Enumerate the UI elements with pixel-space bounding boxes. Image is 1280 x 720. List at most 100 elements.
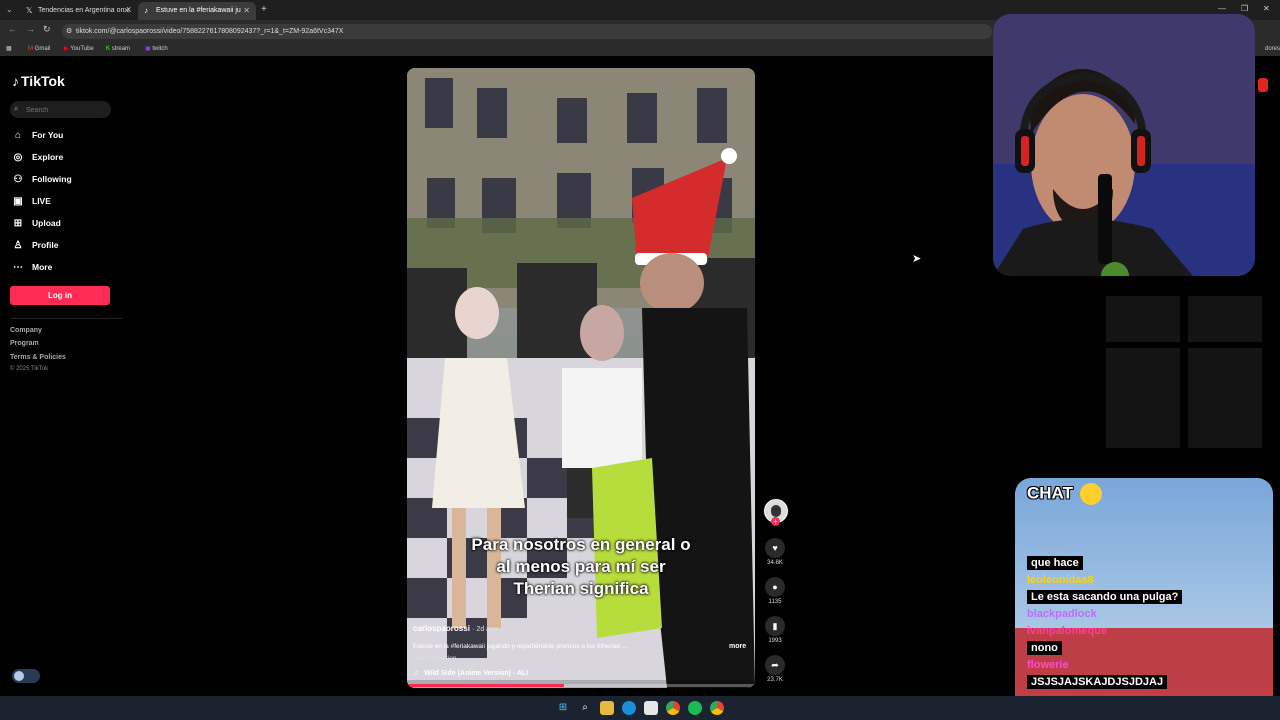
close-tab-icon[interactable]: ✕ [243,2,250,20]
caption-line: Para nosotros en general o [471,535,691,554]
video-player[interactable]: Para nosotros en general o al menos para… [407,68,755,688]
mouse-cursor-icon: ➤ [912,253,922,265]
sidebar-item-label: More [32,262,53,272]
forward-icon[interactable]: → [26,24,35,34]
chat-username: leoleonidas8 [1027,574,1094,586]
chat-line: blackpadlock [1027,608,1097,620]
theme-toggle[interactable] [12,669,40,683]
sidebar-item-for-you[interactable]: ⌂ For You [12,125,63,145]
footer-link-terms[interactable]: Terms & Policies [10,354,66,361]
new-tab-button[interactable]: + [261,4,267,15]
spotify-icon[interactable] [688,701,702,715]
bookmark-folder[interactable]: dores [1265,42,1280,56]
tiktok-note-icon: ♪ [12,73,19,89]
maximize-icon[interactable]: ❐ [1241,4,1248,13]
chat-username: blackpadlock [1027,608,1097,620]
save-count: 1993 [768,638,782,644]
tab-label: Estuve en la #feriakawaii ju [156,7,241,14]
apps-grid-icon[interactable]: ▦ [6,42,12,56]
stream-chat-overlay: CHAT Fakade que hace leoleonidas8 Le esta s… [1015,478,1273,720]
bookmark-twitch[interactable]: ▣ twitch [145,42,168,56]
upload-icon: ⊞ [13,217,23,229]
chat-line: leoleonidas8 [1027,574,1094,586]
address-bar[interactable]: ⚙ tiktok.com/@carlospaorossi/video/75882… [62,24,992,39]
footer-link-program[interactable]: Program [10,340,39,347]
chat-header-text: CHAT [1027,483,1073,503]
sidebar-item-live[interactable]: ▣ LIVE [12,191,51,211]
chat-line: que hace [1027,556,1083,570]
share-count: 23.7K [767,677,783,683]
ghost-tile [1106,348,1180,448]
search-box[interactable]: ⌕ [10,101,111,118]
record-indicator [1258,78,1268,92]
author-name[interactable]: carlospaorossi [413,624,470,633]
post-age: · 2d ago [472,626,498,633]
windows-start-icon[interactable]: ⊞ [556,701,570,715]
chrome-icon[interactable] [666,701,680,715]
tiktok-logo[interactable]: ♪ TikTok [12,73,65,89]
close-tab-icon[interactable]: ✕ [123,2,130,20]
footer-link-company[interactable]: Company [10,327,42,334]
caption-line: al menos para mí ser [496,557,666,576]
sidebar-item-label: Explore [32,152,64,162]
share-action[interactable]: ➦ 23.7K [764,655,786,683]
sidebar-item-following[interactable]: ⚇ Following [12,169,72,189]
file-explorer-icon[interactable] [600,701,614,715]
more-button[interactable]: more [729,643,746,650]
kick-icon: K [106,46,111,52]
login-button[interactable]: Log in [10,286,110,305]
gmail-icon: M [28,46,33,52]
search-input[interactable] [24,103,110,117]
ghost-tile [1188,348,1262,448]
like-action[interactable]: ♥ 34.8K [764,538,786,566]
site-info-icon[interactable]: ⚙ [66,24,72,39]
tab-tiktok-video[interactable]: ♪ Estuve en la #feriakawaii ju ✕ [138,2,256,20]
heart-icon[interactable]: ♥ [765,538,785,558]
bookmark-label: Gmail [34,46,51,52]
tiktok-logo-text: TikTok [21,73,65,89]
follow-plus-icon[interactable]: + [771,517,780,526]
x-logo-icon: 𝕏 [26,6,33,15]
chat-line: Le esta sacando una pulga? [1027,590,1183,604]
webcam-frame [993,14,1255,276]
bookmark-stream[interactable]: K stream [106,42,130,56]
webcam-overlay [993,14,1255,276]
bookmark-label: twitch [152,46,168,52]
bookmark-gmail[interactable]: M Gmail [28,42,50,56]
share-icon[interactable]: ➦ [765,655,785,675]
sidebar-item-more[interactable]: ⋯ More [12,257,52,277]
music-row[interactable]: ♫ Wild Side (Anime Version) - ALI [413,670,528,677]
tab-list-icon[interactable]: ⌄ [6,5,13,14]
comment-action[interactable]: ● 1135 [764,577,786,605]
see-translation-link[interactable]: See translation [413,655,456,662]
compass-icon: ◎ [13,151,23,163]
sidebar-divider [10,318,122,319]
search-icon[interactable]: ⌕ [578,701,592,715]
sidebar-item-explore[interactable]: ◎ Explore [12,147,64,167]
sidebar-item-label: Following [32,174,72,184]
chat-message-text: JSJSJAJSKAJDJSJDJAJ [1027,675,1168,689]
bookmark-youtube[interactable]: ▶ YouTube [64,42,94,56]
chat-message-text: nono [1027,641,1062,655]
comment-icon[interactable]: ● [765,577,785,597]
bookmark-icon[interactable]: ▮ [765,616,785,636]
sidebar-item-profile[interactable]: ♙ Profile [12,235,59,255]
sidebar-item-upload[interactable]: ⊞ Upload [12,213,61,233]
chat-message-text: Le esta sacando una pulga? [1027,590,1183,604]
reload-icon[interactable]: ↻ [43,24,51,35]
video-progress-track[interactable] [407,684,755,687]
windows-taskbar [0,696,1280,720]
tab-x-trends[interactable]: 𝕏 Tendencias en Argentina on X ✕ [20,2,136,20]
close-window-icon[interactable]: ✕ [1263,4,1270,13]
chat-username: Fakade [1027,540,1065,552]
sidebar-item-label: LIVE [32,196,51,206]
chat-line: flowerie [1027,659,1069,671]
chrome-alt-icon[interactable] [710,701,724,715]
following-icon: ⚇ [13,173,23,185]
minimize-icon[interactable]: — [1218,4,1226,13]
edge-icon[interactable] [622,701,636,715]
comment-count: 1135 [768,599,782,605]
save-action[interactable]: ▮ 1993 [764,616,786,644]
back-icon[interactable]: ← [8,24,17,34]
store-icon[interactable] [644,701,658,715]
